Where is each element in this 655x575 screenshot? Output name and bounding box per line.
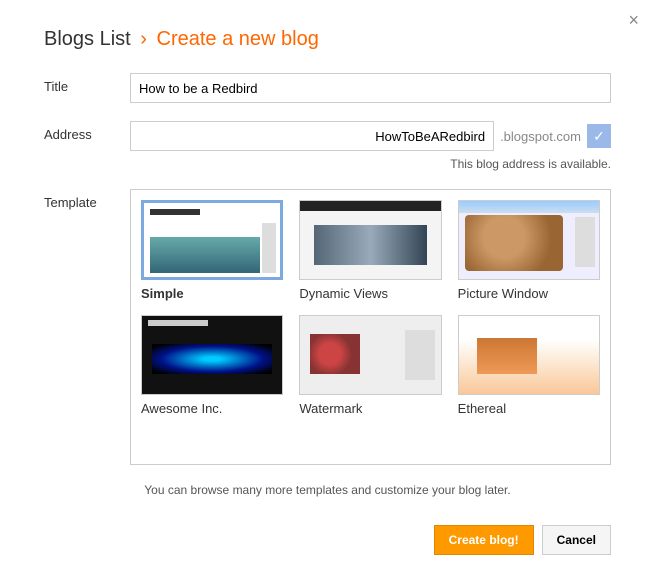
dialog-buttons: Create blog! Cancel bbox=[44, 525, 611, 555]
template-name: Watermark bbox=[299, 401, 441, 416]
breadcrumb-separator: › bbox=[140, 28, 147, 50]
template-thumb bbox=[141, 200, 283, 280]
template-thumb bbox=[458, 200, 600, 280]
template-thumb bbox=[141, 315, 283, 395]
template-name: Simple bbox=[141, 286, 283, 301]
address-label: Address bbox=[44, 121, 130, 142]
address-row: Address .blogspot.com ✓ This blog addres… bbox=[44, 121, 611, 171]
template-label: Template bbox=[44, 189, 130, 210]
template-awesome-inc[interactable]: Awesome Inc. bbox=[141, 315, 283, 416]
template-thumb bbox=[299, 315, 441, 395]
close-icon[interactable]: × bbox=[628, 10, 639, 31]
title-row: Title bbox=[44, 73, 611, 103]
cancel-button[interactable]: Cancel bbox=[542, 525, 611, 555]
template-thumb bbox=[458, 315, 600, 395]
template-picture-window[interactable]: Picture Window bbox=[458, 200, 600, 301]
template-thumb bbox=[299, 200, 441, 280]
address-input[interactable] bbox=[130, 121, 494, 151]
template-picker[interactable]: Simple Dynamic Views Picture Window Awes… bbox=[130, 189, 611, 465]
template-hint: You can browse many more templates and c… bbox=[44, 483, 611, 497]
template-name: Ethereal bbox=[458, 401, 600, 416]
address-status: This blog address is available. bbox=[130, 157, 611, 171]
breadcrumb-previous[interactable]: Blogs List bbox=[44, 28, 131, 50]
template-row: Template Simple Dynamic Views Picture Wi… bbox=[44, 189, 611, 465]
template-dynamic-views[interactable]: Dynamic Views bbox=[299, 200, 441, 301]
template-name: Picture Window bbox=[458, 286, 600, 301]
create-blog-button[interactable]: Create blog! bbox=[434, 525, 534, 555]
breadcrumb-current: Create a new blog bbox=[157, 28, 319, 50]
breadcrumb: Blogs List › Create a new blog bbox=[44, 28, 611, 51]
title-label: Title bbox=[44, 73, 130, 94]
check-icon: ✓ bbox=[587, 124, 611, 148]
create-blog-dialog: × Blogs List › Create a new blog Title A… bbox=[0, 0, 655, 575]
template-watermark[interactable]: Watermark bbox=[299, 315, 441, 416]
address-suffix: .blogspot.com bbox=[500, 129, 581, 144]
title-input[interactable] bbox=[130, 73, 611, 103]
template-name: Dynamic Views bbox=[299, 286, 441, 301]
template-name: Awesome Inc. bbox=[141, 401, 283, 416]
template-ethereal[interactable]: Ethereal bbox=[458, 315, 600, 416]
template-simple[interactable]: Simple bbox=[141, 200, 283, 301]
